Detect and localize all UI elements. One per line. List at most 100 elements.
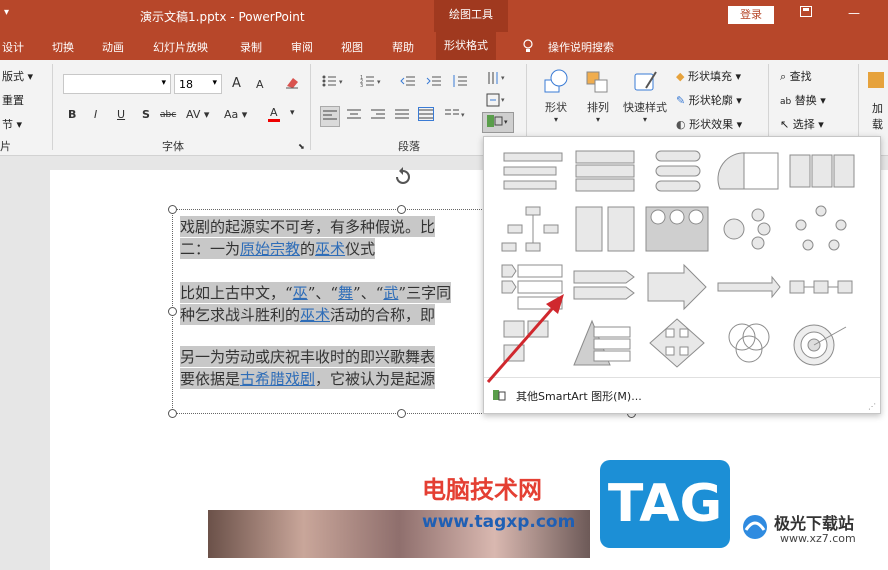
smartart-list[interactable] xyxy=(498,145,568,199)
resize-handle[interactable] xyxy=(168,307,177,316)
shapes-button[interactable]: 形状 ▾ xyxy=(538,68,574,124)
numbering-icon[interactable]: 1 2 3 ▾ xyxy=(360,74,382,91)
shrink-font-button[interactable]: A xyxy=(256,78,264,91)
smartart-circle-list[interactable] xyxy=(714,145,784,199)
addin-icon[interactable] xyxy=(866,70,886,93)
cursor-icon: ↖ xyxy=(780,118,790,131)
line-spacing-icon[interactable] xyxy=(452,74,468,91)
change-case-button[interactable]: Aa ▾ xyxy=(224,108,247,121)
find-button[interactable]: ⌕ 查找 xyxy=(780,68,812,84)
smartart-pyramid[interactable] xyxy=(570,317,640,371)
text-shadow-button[interactable]: S xyxy=(142,108,150,121)
shape-outline-button[interactable]: ✎ 形状轮廓 ▾ xyxy=(676,92,742,108)
smartart-circles-process[interactable] xyxy=(642,203,712,257)
smartart-arrow-timeline[interactable] xyxy=(714,261,784,315)
hyperlink[interactable]: 巫 xyxy=(293,284,308,302)
select-button[interactable]: ↖ 选择 ▾ xyxy=(780,116,824,132)
resize-handle[interactable] xyxy=(168,205,177,214)
text-run: 比如上古中文，“ xyxy=(180,284,293,302)
align-left-icon[interactable] xyxy=(320,106,340,127)
char-spacing-button[interactable]: AV ▾ xyxy=(186,108,209,121)
distributed-icon[interactable] xyxy=(418,107,434,124)
italic-button[interactable]: I xyxy=(94,108,97,121)
tell-me-search[interactable]: 操作说明搜索 xyxy=(548,39,614,55)
justify-icon[interactable] xyxy=(394,107,410,124)
arrange-button[interactable]: 排列 ▾ xyxy=(580,68,616,124)
tab-animations[interactable]: 动画 xyxy=(102,39,124,55)
font-color-dropdown[interactable]: ▾ xyxy=(290,108,295,118)
dialog-launcher-icon[interactable]: ⬊ xyxy=(298,142,305,151)
hyperlink[interactable]: 巫术 xyxy=(300,306,330,324)
replace-button[interactable]: ab 替换 ▾ xyxy=(780,92,826,108)
tab-shape-format[interactable]: 形状格式 xyxy=(436,32,496,60)
underline-button[interactable]: U xyxy=(117,108,125,121)
smartart-cycle[interactable] xyxy=(786,203,856,257)
resize-handle[interactable] xyxy=(397,409,406,418)
tab-transitions[interactable]: 切换 xyxy=(52,39,74,55)
smartart-arrow-process[interactable] xyxy=(642,261,712,315)
tab-design[interactable]: 设计 xyxy=(2,39,24,55)
layout-label: 版式 xyxy=(2,70,24,83)
resize-grip-icon[interactable]: ⋰ xyxy=(868,402,876,411)
smartart-table-list[interactable] xyxy=(786,145,856,199)
text-line[interactable]: 要依据是古希腊戏剧，它被认为是起源 xyxy=(180,368,436,389)
columns-icon[interactable]: ▾ xyxy=(444,107,466,124)
text-line[interactable]: 另一为劳动或庆祝丰收时的即兴歌舞表 xyxy=(180,346,436,367)
hyperlink[interactable]: 巫术 xyxy=(315,240,345,258)
login-button[interactable]: 登录 xyxy=(728,6,774,24)
shape-effects-button[interactable]: ◐ 形状效果 ▾ xyxy=(676,116,742,132)
tab-view[interactable]: 视图 xyxy=(341,39,363,55)
text-line[interactable]: 比如上古中文，“巫”、“舞”、“武”三字同 xyxy=(180,282,452,303)
shape-fill-button[interactable]: ◆ 形状填充 ▾ xyxy=(676,68,741,84)
font-color-button[interactable]: A xyxy=(268,106,280,122)
hyperlink[interactable]: 舞 xyxy=(338,284,353,302)
smartart-diamond-matrix[interactable] xyxy=(642,317,712,371)
smartart-step-process[interactable] xyxy=(786,261,856,315)
decrease-indent-icon[interactable] xyxy=(400,74,416,91)
rotate-handle-icon[interactable] xyxy=(391,165,415,193)
tab-record[interactable]: 录制 xyxy=(240,39,262,55)
hyperlink[interactable]: 武 xyxy=(383,284,398,302)
smartart-vertical-list[interactable] xyxy=(570,145,640,199)
smartart-target[interactable] xyxy=(786,317,856,371)
smartart-picture-list[interactable] xyxy=(570,203,640,257)
text-line[interactable]: 戏剧的起源实不可考，有多种假说。比 xyxy=(180,216,436,237)
smartart-cluster[interactable] xyxy=(714,203,784,257)
font-name-input[interactable]: ▾ xyxy=(63,74,171,94)
resize-handle[interactable] xyxy=(168,409,177,418)
bullets-icon[interactable]: ▾ xyxy=(322,74,344,91)
ribbon-display-icon[interactable] xyxy=(800,6,812,20)
align-center-icon[interactable] xyxy=(346,107,362,124)
align-right-icon[interactable] xyxy=(370,107,386,124)
arrange-icon xyxy=(586,71,608,93)
grow-font-button[interactable]: A xyxy=(232,76,241,91)
text-line[interactable]: 种乞求战斗胜利的巫术活动的合称，即 xyxy=(180,304,436,325)
quick-access-dropdown[interactable]: ▾ xyxy=(4,7,9,18)
resize-handle[interactable] xyxy=(397,205,406,214)
hyperlink[interactable]: 原始宗教 xyxy=(240,240,300,258)
bold-button[interactable]: B xyxy=(68,108,76,121)
minimize-button[interactable]: — xyxy=(848,6,860,20)
paragraph-group-label: 段落 xyxy=(398,140,420,153)
hyperlink[interactable]: 古希腊戏剧 xyxy=(240,370,315,388)
align-text-icon[interactable]: ▾ xyxy=(486,92,508,111)
font-size-input[interactable]: 18 ▾ xyxy=(174,74,222,94)
text-direction-icon[interactable]: ▾ xyxy=(486,70,508,89)
smartart-venn[interactable] xyxy=(714,317,784,371)
strikethrough-button[interactable]: abc xyxy=(160,110,176,120)
reset-button[interactable]: 重置 xyxy=(2,92,24,108)
replace-icon: ab xyxy=(780,97,792,107)
smartart-stacked-list[interactable] xyxy=(642,145,712,199)
smartart-hierarchy[interactable] xyxy=(498,203,568,257)
section-button[interactable]: 节 ▾ xyxy=(2,116,22,132)
quick-styles-button[interactable]: 快速样式 ▾ xyxy=(618,68,672,124)
tab-help[interactable]: 帮助 xyxy=(392,39,414,55)
increase-indent-icon[interactable] xyxy=(426,74,442,91)
tab-slideshow[interactable]: 幻灯片放映 xyxy=(153,39,208,55)
smartart-process-arrows[interactable] xyxy=(570,261,640,315)
text-line[interactable]: 二：一为原始宗教的巫术仪式 xyxy=(180,238,376,259)
tab-review[interactable]: 审阅 xyxy=(291,39,313,55)
layout-button[interactable]: 版式 ▾ xyxy=(2,68,33,84)
convert-to-smartart-button[interactable]: ▾ xyxy=(482,112,514,133)
clear-format-icon[interactable] xyxy=(284,74,300,93)
